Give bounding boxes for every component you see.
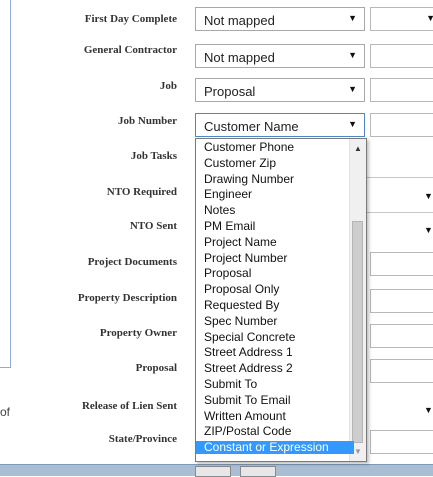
dropdown-option[interactable]: ZIP/Postal Code xyxy=(204,425,291,438)
dropdown-scrollbar[interactable]: ▲ ▼ xyxy=(349,139,366,461)
proposal-secondary-field[interactable] xyxy=(370,359,433,383)
label-nto-required: NTO Required xyxy=(106,186,177,198)
label-property-owner: Property Owner xyxy=(99,327,177,339)
label-general-contractor: General Contractor xyxy=(83,44,177,56)
toolbar-button[interactable] xyxy=(195,466,231,477)
dropdown-option[interactable]: Proposal xyxy=(204,267,251,280)
label-state-province: State/Province xyxy=(108,433,177,445)
dropdown-option[interactable]: Project Name xyxy=(204,235,277,249)
chevron-down-icon[interactable]: ▼ xyxy=(424,405,433,415)
job-secondary-field[interactable] xyxy=(370,78,433,102)
dropdown-option[interactable]: Spec Number xyxy=(204,314,277,328)
label-property-description: Property Description xyxy=(77,292,177,304)
property-description-secondary-field[interactable] xyxy=(370,289,433,313)
scroll-down-icon[interactable]: ▼ xyxy=(354,447,362,456)
dropdown-option[interactable]: Street Address 1 xyxy=(204,346,293,359)
dropdown-option[interactable]: Notes xyxy=(204,204,235,217)
dropdown-option[interactable]: Project Number xyxy=(204,251,287,265)
job-number-secondary-field[interactable] xyxy=(370,113,433,137)
label-job: Job xyxy=(159,80,177,92)
dropdown-option[interactable]: Submit To Email xyxy=(204,393,290,407)
dropdown-option[interactable]: Constant or Expression xyxy=(196,441,354,455)
first-day-complete-value: Not mapped xyxy=(204,13,275,28)
dropdown-option[interactable]: Street Address 2 xyxy=(204,362,293,375)
first-day-complete-secondary-select[interactable]: ▼ xyxy=(370,7,433,31)
job-value: Proposal xyxy=(204,84,256,99)
dropdown-option[interactable]: Written Amount xyxy=(204,409,286,423)
background-window-text: of xyxy=(0,405,11,419)
row-divider xyxy=(367,212,433,213)
label-project-documents: Project Documents xyxy=(87,256,177,268)
dropdown-option[interactable]: Special Concrete xyxy=(204,330,295,344)
dropdown-option[interactable]: Submit To xyxy=(204,378,257,391)
property-owner-secondary-field[interactable] xyxy=(370,324,433,348)
dropdown-option[interactable]: Customer Zip xyxy=(204,156,276,170)
dropdown-option[interactable]: Drawing Number xyxy=(204,172,294,186)
first-day-complete-select[interactable]: Not mapped ▼ xyxy=(195,7,365,31)
label-job-number: Job Number xyxy=(118,115,177,127)
chevron-down-icon: ▼ xyxy=(348,50,357,60)
state-province-secondary-field[interactable] xyxy=(370,430,433,454)
toolbar-button[interactable] xyxy=(240,466,276,477)
label-proposal: Proposal xyxy=(135,362,177,374)
label-job-tasks: Job Tasks xyxy=(130,150,177,162)
label-first-day-complete: First Day Complete xyxy=(84,13,177,25)
job-number-select[interactable]: Customer Name ▼ xyxy=(195,113,365,137)
dropdown-option[interactable]: Requested By xyxy=(204,299,279,312)
background-window-fragment xyxy=(0,367,11,476)
general-contractor-select[interactable]: Not mapped ▼ xyxy=(195,44,365,68)
dropdown-option[interactable]: Engineer xyxy=(204,188,252,201)
chevron-down-icon: ▼ xyxy=(348,84,357,94)
chevron-down-icon[interactable]: ▼ xyxy=(424,225,433,235)
chevron-down-icon: ▼ xyxy=(426,13,433,23)
general-contractor-value: Not mapped xyxy=(204,50,275,65)
chevron-down-icon: ▼ xyxy=(348,119,357,129)
row-divider xyxy=(367,177,433,178)
label-release-of-lien-sent: Release of Lien Sent xyxy=(81,400,177,412)
scroll-up-icon[interactable]: ▲ xyxy=(354,144,362,153)
dropdown-option[interactable]: Customer Phone xyxy=(204,141,294,154)
job-select[interactable]: Proposal ▼ xyxy=(195,78,365,102)
dropdown-option[interactable]: Proposal Only xyxy=(204,283,279,296)
label-nto-sent: NTO Sent xyxy=(129,220,177,232)
scrollbar-thumb[interactable] xyxy=(352,221,363,443)
dropdown-option[interactable]: PM Email xyxy=(204,220,255,233)
job-number-dropdown-list[interactable]: ▲ ▼ Customer Phone Customer Zip Drawing Nu… xyxy=(195,138,367,462)
general-contractor-secondary-field[interactable] xyxy=(370,44,433,68)
job-number-value: Customer Name xyxy=(204,119,299,134)
chevron-down-icon: ▼ xyxy=(348,13,357,23)
chevron-down-icon[interactable]: ▼ xyxy=(424,191,433,201)
project-documents-secondary-field[interactable] xyxy=(370,252,433,276)
